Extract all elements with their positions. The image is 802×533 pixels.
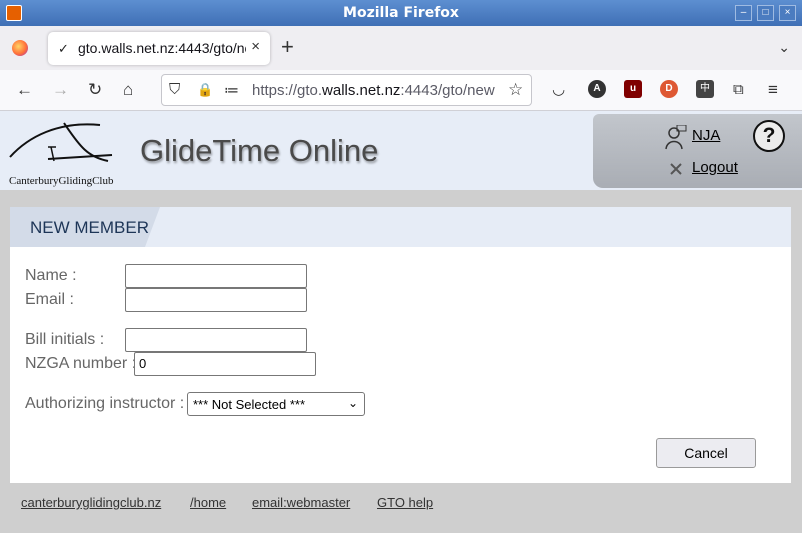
authorizing-instructor-select[interactable]: *** Not Selected *** ⌄: [187, 392, 365, 416]
club-logo-text: CanterburyGlidingClub: [9, 175, 114, 187]
user-icon: [665, 125, 687, 150]
url-bar[interactable]: ⛉ 🔒 ≔ https://gto.walls.net.nz:4443/gto/…: [161, 74, 532, 106]
url-path: :4443/gto/new: [400, 82, 495, 99]
instructor-selected-value: *** Not Selected ***: [193, 397, 306, 412]
chevron-down-icon: ⌄: [347, 396, 358, 410]
name-input[interactable]: [125, 264, 307, 288]
footer-link-help[interactable]: GTO help: [377, 495, 433, 510]
name-label: Name :: [25, 267, 77, 284]
logout-x-icon[interactable]: [669, 162, 683, 176]
ublock-origin-icon[interactable]: u: [624, 80, 642, 98]
translate-zh-icon[interactable]: 中: [696, 80, 714, 98]
list-tabs-chevron-icon[interactable]: ⌄: [778, 39, 790, 56]
home-button[interactable]: ⌂: [123, 80, 133, 100]
app-title: GlideTime Online: [140, 133, 379, 168]
footer-link-club-site[interactable]: canterburyglidingclub.nz: [21, 495, 161, 510]
hamburger-menu-icon[interactable]: ≡: [768, 80, 778, 100]
nzga-number-input[interactable]: 0: [134, 352, 316, 376]
authorizing-instructor-label: Authorizing instructor :: [25, 395, 185, 412]
site-banner: CanterburyGlidingClub GlideTime Online N…: [0, 111, 802, 190]
forward-button[interactable]: →: [52, 80, 69, 100]
user-name-link[interactable]: NJA: [692, 127, 720, 144]
window-title: Mozilla Firefox: [343, 5, 459, 21]
bill-initials-label: Bill initials :: [25, 331, 105, 348]
extensions-puzzle-icon[interactable]: ⧉: [733, 80, 744, 100]
duckduckgo-icon[interactable]: D: [660, 80, 678, 98]
tracking-shield-icon[interactable]: ⛉: [169, 81, 180, 98]
url-text[interactable]: https://gto.walls.net.nz:4443/gto/new: [252, 82, 502, 99]
logout-link[interactable]: Logout: [692, 159, 738, 176]
panel-title: NEW MEMBER: [30, 218, 149, 237]
extension-a-icon[interactable]: A: [588, 80, 606, 98]
tab-gto[interactable]: ✓ gto.walls.net.nz:4443/gto/new ×: [48, 32, 270, 65]
help-button[interactable]: ?: [753, 120, 785, 152]
footer-link-email[interactable]: email:webmaster: [252, 495, 350, 510]
back-button[interactable]: ←: [16, 80, 33, 100]
glider-favicon-icon: ✓: [58, 41, 69, 56]
close-window-button[interactable]: ×: [779, 5, 796, 21]
new-tab-button[interactable]: +: [281, 36, 294, 58]
minimize-button[interactable]: –: [735, 5, 752, 21]
pocket-icon[interactable]: ◡: [552, 80, 565, 100]
permissions-icon[interactable]: ≔: [224, 81, 239, 99]
navigation-toolbar: ← → ↻ ⌂ ⛉ 🔒 ≔ https://gto.walls.net.nz:4…: [0, 70, 802, 111]
lock-icon[interactable]: 🔒: [197, 82, 213, 98]
maximize-button[interactable]: □: [757, 5, 774, 21]
bill-initials-input[interactable]: [125, 328, 307, 352]
cancel-button[interactable]: Cancel: [656, 438, 756, 468]
url-host: walls.net.nz: [322, 82, 401, 99]
email-label: Email :: [25, 291, 74, 308]
window-titlebar: Mozilla Firefox – □ ×: [0, 0, 802, 26]
tab-strip: ✓ gto.walls.net.nz:4443/gto/new × + ⌄: [0, 26, 802, 70]
nzga-number-label: NZGA number :: [25, 355, 137, 372]
glider-logo-icon: [9, 122, 113, 162]
close-tab-icon[interactable]: ×: [251, 38, 260, 55]
email-input[interactable]: [125, 288, 307, 312]
tab-label: gto.walls.net.nz:4443/gto/new: [78, 40, 246, 56]
page-content: CanterburyGlidingClub GlideTime Online N…: [0, 111, 802, 533]
footer-link-home[interactable]: /home: [190, 495, 226, 510]
url-prefix: https://gto.: [252, 82, 323, 99]
panel-header: NEW MEMBER: [10, 207, 791, 247]
reload-button[interactable]: ↻: [88, 80, 102, 100]
bookmark-star-icon[interactable]: ☆: [508, 80, 523, 100]
firefox-view-icon[interactable]: [12, 40, 28, 56]
